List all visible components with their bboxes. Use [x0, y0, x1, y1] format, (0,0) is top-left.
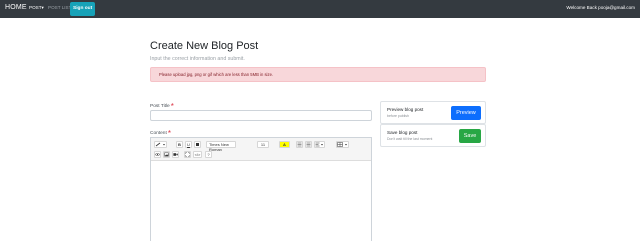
content-label-text: Content — [150, 131, 167, 136]
content-label: Content* — [150, 127, 171, 138]
bullet-list-icon — [297, 142, 302, 147]
text-color-button[interactable]: A — [279, 141, 290, 148]
post-title-label-text: Post Title — [150, 104, 170, 109]
link-icon — [155, 153, 160, 156]
code-view-button[interactable]: </> — [193, 151, 202, 158]
ordered-list-button[interactable] — [305, 141, 312, 148]
home-link[interactable]: HOME — [5, 4, 27, 11]
preview-subtitle: before publish — [387, 114, 409, 118]
numbered-list-icon — [306, 142, 311, 147]
fullscreen-icon — [185, 152, 190, 157]
link-button[interactable] — [154, 151, 161, 158]
image-icon — [164, 152, 169, 157]
post-dropdown[interactable]: POST▾ — [29, 5, 44, 11]
table-dropdown[interactable] — [336, 141, 349, 148]
alert-text: Please upload jpg, png or gif which are … — [159, 72, 274, 77]
post-list-link[interactable]: POST LIST — [48, 5, 71, 10]
post-title-label: Post Title* — [150, 100, 174, 111]
save-title: Save blog post — [387, 130, 418, 135]
save-panel: Save blog post Don't wait till the last … — [380, 124, 486, 147]
page: HOME POST▾ POST LIST Sign out Welcome Ba… — [0, 0, 640, 241]
page-title: Create New Blog Post — [150, 40, 259, 52]
style-dropdown[interactable] — [154, 141, 167, 148]
help-button[interactable]: ? — [205, 151, 212, 158]
upload-alert: Please upload jpg, png or gif which are … — [150, 67, 486, 82]
eraser-icon — [196, 143, 199, 146]
eraser-button[interactable] — [194, 141, 201, 148]
paragraph-align-dropdown[interactable] — [314, 141, 325, 148]
sign-out-button[interactable]: Sign out — [70, 2, 96, 16]
preview-panel: Preview blog post before publish Preview — [380, 101, 486, 124]
welcome-text: Welcome Back pooja@gmail.com — [566, 5, 635, 10]
font-family-select[interactable]: Times New Roman — [206, 141, 236, 152]
save-subtitle: Don't wait till the last moment — [387, 137, 433, 141]
table-icon — [337, 142, 347, 147]
video-button[interactable] — [172, 151, 179, 158]
text-color-icon: A — [283, 142, 286, 147]
save-button[interactable]: Save — [459, 129, 481, 143]
underline-button[interactable]: U — [185, 141, 192, 148]
editor-toolbar: B U Times New Roman 11 A </> ? — [151, 138, 371, 161]
magic-wand-icon — [155, 142, 165, 147]
page-subtitle: Input the correct information and submit… — [150, 56, 245, 62]
image-button[interactable] — [163, 151, 170, 158]
font-size-select[interactable]: 11 — [257, 141, 269, 148]
font-family-value: Times New Roman — [209, 142, 229, 152]
preview-button[interactable]: Preview — [451, 106, 481, 120]
font-size-value: 11 — [260, 142, 266, 147]
content-editor[interactable]: B U Times New Roman 11 A </> ? — [150, 137, 372, 241]
help-icon: ? — [207, 152, 210, 157]
fullscreen-button[interactable] — [184, 151, 191, 158]
preview-title: Preview blog post — [387, 107, 424, 112]
bold-button[interactable]: B — [176, 141, 183, 148]
video-icon — [173, 153, 178, 156]
post-title-input[interactable] — [150, 110, 372, 121]
unordered-list-button[interactable] — [296, 141, 303, 148]
top-navbar: HOME POST▾ POST LIST Sign out Welcome Ba… — [0, 0, 640, 18]
code-icon: </> — [194, 152, 201, 157]
align-left-icon — [315, 142, 323, 147]
